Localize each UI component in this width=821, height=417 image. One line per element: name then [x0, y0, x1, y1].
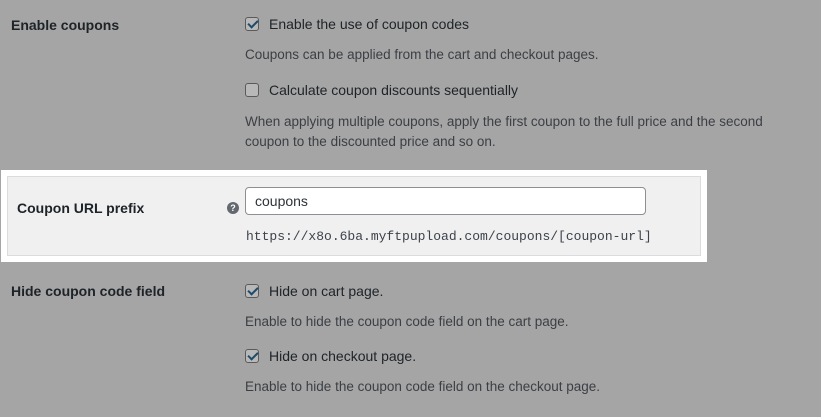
- sequential-discounts-description-line1: When applying multiple coupons, apply th…: [245, 114, 763, 129]
- enable-coupon-codes-description: Coupons can be applied from the cart and…: [245, 47, 599, 62]
- hide-coupon-field-label: Hide coupon code field: [11, 283, 166, 299]
- enable-coupons-label: Enable coupons: [11, 17, 120, 33]
- sequential-discounts-checkbox[interactable]: [245, 83, 259, 97]
- coupon-url-preview: https://x8o.6ba.myftpupload.com/coupons/…: [246, 229, 652, 244]
- enable-coupon-codes-checkbox[interactable]: [245, 17, 259, 31]
- coupon-url-prefix-input[interactable]: coupons: [245, 187, 646, 215]
- enable-coupon-codes-label: Enable the use of coupon codes: [269, 16, 470, 32]
- enable-coupon-codes-option[interactable]: Enable the use of coupon codes: [245, 16, 469, 32]
- help-icon[interactable]: ?: [227, 202, 239, 214]
- hide-on-checkout-option[interactable]: Hide on checkout page.: [245, 348, 416, 364]
- hide-on-cart-checkbox[interactable]: [245, 284, 259, 298]
- hide-on-cart-label: Hide on cart page.: [269, 283, 384, 299]
- hide-on-cart-description: Enable to hide the coupon code field on …: [245, 314, 569, 329]
- hide-on-checkout-description: Enable to hide the coupon code field on …: [245, 379, 601, 394]
- sequential-discounts-description-line2: coupon to the discounted price and so on…: [245, 134, 496, 149]
- coupon-url-prefix-row: Coupon URL prefix ? coupons https://x8o.…: [7, 176, 701, 256]
- hide-on-checkout-checkbox[interactable]: [245, 349, 259, 363]
- hide-on-checkout-label: Hide on checkout page.: [269, 348, 417, 364]
- hide-on-cart-option[interactable]: Hide on cart page.: [245, 283, 383, 299]
- coupon-url-prefix-highlight: Coupon URL prefix ? coupons https://x8o.…: [1, 170, 707, 262]
- coupon-url-prefix-label: Coupon URL prefix: [17, 200, 145, 216]
- sequential-discounts-label: Calculate coupon discounts sequentially: [269, 82, 519, 98]
- sequential-discounts-option[interactable]: Calculate coupon discounts sequentially: [245, 82, 518, 98]
